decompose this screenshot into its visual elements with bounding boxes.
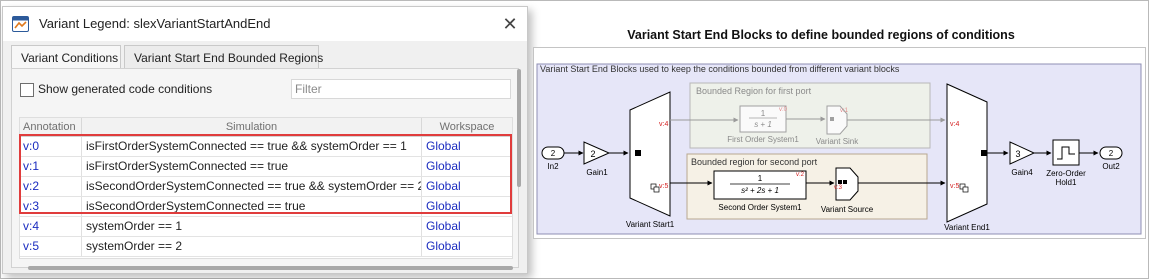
gain1-value: 2 [590, 149, 595, 159]
outport-number: 2 [1109, 149, 1114, 158]
simulation-cell: systemOrder == 1 [82, 217, 422, 236]
workspace-cell[interactable]: Global [422, 237, 512, 256]
simulation-cell: isSecondOrderSystemConnected == true [82, 197, 422, 216]
simulation-cell: isFirstOrderSystemConnected == true && s… [82, 137, 422, 156]
region-first-port-label: Bounded Region for first port [696, 86, 812, 96]
port-marker [838, 180, 842, 184]
variant-area-label: Variant Start End Blocks used to keep th… [540, 64, 900, 74]
model-title: Variant Start End Blocks to define bound… [627, 28, 1015, 42]
column-header-simulation[interactable]: Simulation [82, 118, 422, 136]
variant-source-tag: v:3 [834, 185, 843, 191]
annotation-cell[interactable]: v:0 [20, 137, 82, 156]
workspace-cell[interactable]: Global [422, 217, 512, 236]
show-generated-code-label: Show generated code conditions [38, 82, 213, 96]
tab-variant-start-end-bounded-regions[interactable]: Variant Start End Bounded Regions [124, 45, 323, 69]
port-marker [981, 150, 987, 156]
port-marker [843, 180, 847, 184]
first-order-label: First Order System1 [727, 135, 799, 144]
port-marker [635, 150, 641, 156]
first-order-den: s + 1 [754, 120, 772, 129]
zoh-label-line2: Hold1 [1056, 178, 1077, 187]
inport-label: In2 [547, 162, 559, 171]
column-header-annotation[interactable]: Annotation [20, 118, 82, 136]
table-row[interactable]: v:1 isFirstOrderSystemConnected == true … [20, 157, 512, 177]
title-bar[interactable]: Variant Legend: slexVariantStartAndEnd ✕ [3, 7, 527, 41]
variant-end-tag-v4: v:4 [950, 121, 959, 128]
second-order-label: Second Order System1 [718, 203, 802, 212]
variant-end-label: Variant End1 [944, 223, 990, 232]
filter-input[interactable] [291, 79, 511, 99]
variant-conditions-table: Annotation Simulation Workspace v:0 isFi… [19, 117, 513, 259]
annotation-cell[interactable]: v:4 [20, 217, 82, 236]
variant-legend-window: Variant Legend: slexVariantStartAndEnd ✕… [2, 6, 528, 274]
outport-label: Out2 [1102, 162, 1120, 171]
region-second-port-label: Bounded region for second port [691, 157, 818, 167]
vertical-scrollbar[interactable] [517, 69, 521, 187]
simulation-cell: isSecondOrderSystemConnected == true && … [82, 177, 422, 196]
variant-sink-label: Variant Sink [816, 137, 860, 146]
variant-end-tag-v5: v:5 [950, 183, 959, 190]
workspace-cell[interactable]: Global [422, 137, 512, 156]
zero-order-hold-block[interactable] [1052, 139, 1080, 166]
workspace-cell[interactable]: Global [422, 157, 512, 176]
window-title: Variant Legend: slexVariantStartAndEnd [39, 16, 271, 31]
workspace-cell[interactable]: Global [422, 197, 512, 216]
variant-start-label: Variant Start1 [626, 220, 675, 229]
variant-start-tag-v5: v:5 [659, 183, 668, 190]
variant-sink-tag: v:1 [840, 108, 849, 114]
annotation-cell[interactable]: v:1 [20, 157, 82, 176]
column-header-workspace[interactable]: Workspace [422, 118, 512, 136]
variant-source-label: Variant Source [821, 205, 874, 214]
first-order-tag: v:0 [779, 107, 788, 113]
first-order-num: 1 [761, 109, 766, 118]
second-order-tag: v:2 [796, 172, 805, 178]
port-marker [830, 117, 834, 121]
table-row[interactable]: v:4 systemOrder == 1 Global [20, 217, 512, 237]
gain4-label: Gain4 [1011, 168, 1033, 177]
annotation-cell[interactable]: v:2 [20, 177, 82, 196]
simulink-icon [12, 16, 29, 32]
show-generated-code-checkbox[interactable] [20, 83, 34, 97]
table-row[interactable]: v:5 systemOrder == 2 Global [20, 237, 512, 257]
horizontal-scrollbar[interactable] [28, 266, 513, 270]
tab-variant-conditions[interactable]: Variant Conditions [11, 45, 121, 69]
annotation-cell[interactable]: v:3 [20, 197, 82, 216]
workspace-cell[interactable]: Global [422, 177, 512, 196]
table-row[interactable]: v:0 isFirstOrderSystemConnected == true … [20, 137, 512, 157]
model-diagram: Variant Start End Blocks used to keep th… [536, 63, 1142, 235]
table-header: Annotation Simulation Workspace [20, 118, 512, 137]
zoh-label-line1: Zero-Order [1046, 169, 1086, 178]
variant-icon [653, 186, 660, 193]
gain1-label: Gain1 [586, 168, 608, 177]
second-order-num: 1 [758, 174, 763, 183]
gain4-value: 3 [1015, 149, 1020, 159]
simulation-cell: isFirstOrderSystemConnected == true [82, 157, 422, 176]
simulation-cell: systemOrder == 2 [82, 237, 422, 256]
annotation-cell[interactable]: v:5 [20, 237, 82, 256]
inport-number: 2 [551, 149, 556, 158]
close-icon[interactable]: ✕ [501, 15, 519, 33]
model-canvas[interactable]: Variant Start End Blocks used to keep th… [533, 47, 1146, 239]
table-row[interactable]: v:3 isSecondOrderSystemConnected == true… [20, 197, 512, 217]
variant-start-tag-v4: v:4 [659, 121, 668, 128]
table-row[interactable]: v:2 isSecondOrderSystemConnected == true… [20, 177, 512, 197]
second-order-den: s² + 2s + 1 [741, 186, 779, 195]
variant-icon [962, 186, 969, 193]
